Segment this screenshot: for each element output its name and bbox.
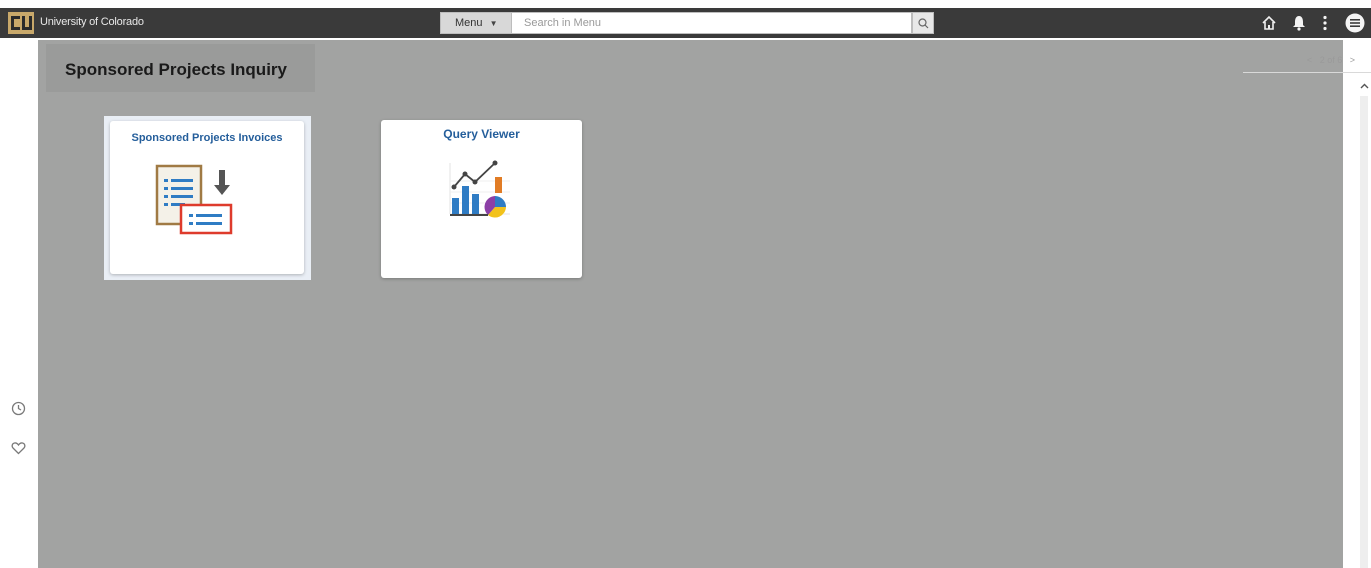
pager-divider (1243, 72, 1371, 73)
menu-label: Menu (455, 17, 483, 29)
search-icon (917, 17, 928, 28)
recent-places-button[interactable] (9, 399, 27, 417)
pager-text: 2 of 6 (1319, 55, 1343, 65)
tile-title: Query Viewer (443, 127, 520, 141)
home-icon (1262, 15, 1276, 30)
bell-icon (1293, 16, 1305, 31)
page-title: Sponsored Projects Inquiry (65, 60, 287, 79)
top-bar: University of Colorado Menu ▼ Search in … (0, 0, 1371, 40)
pager-next-icon[interactable]: > (1350, 55, 1355, 65)
page-pager: < 2 of 6 > (1243, 50, 1363, 70)
org-name[interactable]: University of Colorado (40, 16, 144, 28)
search-placeholder: Search in Menu (524, 17, 602, 29)
menu-dropdown-button[interactable]: Menu ▼ (440, 12, 512, 34)
tile-sponsored-projects-invoices[interactable]: Sponsored Projects Invoices (110, 121, 304, 274)
favorites-button[interactable] (9, 439, 27, 457)
left-side-bar (0, 40, 38, 568)
invoice-list-download-icon (155, 164, 233, 235)
tile-title: Sponsored Projects Invoices (131, 132, 283, 144)
tile-query-viewer[interactable]: Query Viewer (381, 120, 582, 278)
search-input[interactable]: Search in Menu (512, 12, 912, 34)
top-bar-inner: University of Colorado Menu ▼ Search in … (0, 8, 1371, 38)
nav-menu-icon (1345, 13, 1365, 33)
chevron-down-icon: ▼ (489, 19, 498, 28)
navbar-button[interactable] (1344, 12, 1366, 34)
scroll-up-button[interactable] (1358, 80, 1370, 92)
heart-icon (11, 442, 25, 455)
page-header: Sponsored Projects Inquiry (46, 44, 315, 92)
vertical-scrollbar[interactable] (1360, 96, 1368, 568)
pager-prev-icon[interactable]: < (1307, 55, 1312, 65)
university-logo[interactable] (8, 12, 34, 34)
more-vertical-icon (1323, 15, 1327, 31)
actions-menu-button[interactable] (1314, 12, 1336, 34)
chart-analytics-icon (449, 160, 510, 218)
clock-icon (11, 401, 25, 415)
chevron-up-icon (1360, 83, 1368, 89)
search-button[interactable] (912, 12, 934, 34)
home-button[interactable] (1258, 12, 1280, 34)
notifications-button[interactable] (1288, 12, 1310, 34)
